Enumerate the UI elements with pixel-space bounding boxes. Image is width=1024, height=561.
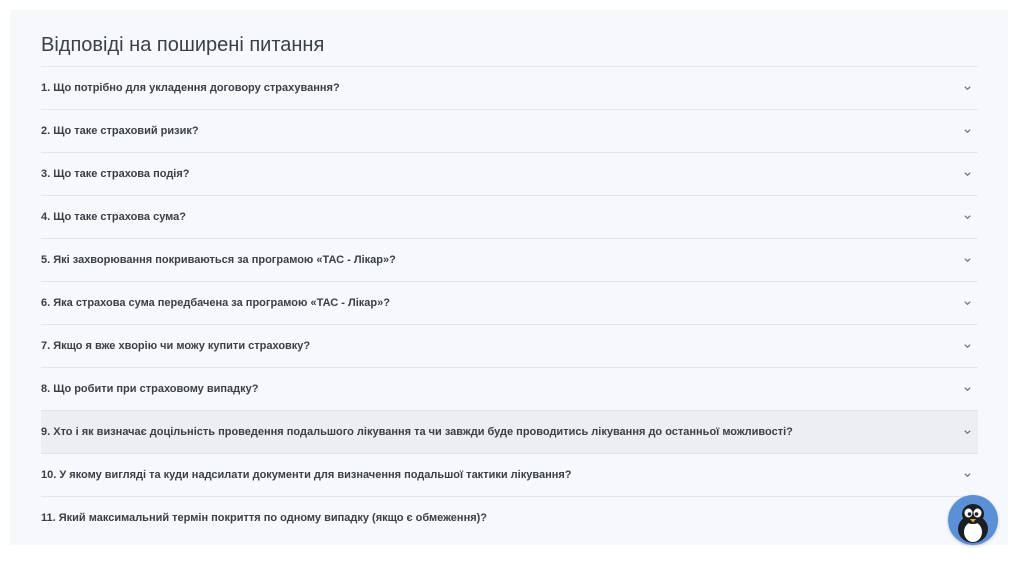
faq-item-7[interactable]: 7. Якщо я вже хворію чи можу купити стра… bbox=[41, 324, 978, 367]
chevron-down-icon bbox=[964, 258, 971, 263]
chevron-down-icon bbox=[964, 129, 971, 134]
faq-item-6[interactable]: 6. Яка страхова сума передбачена за прог… bbox=[41, 281, 978, 324]
chevron-down-icon bbox=[964, 473, 971, 478]
faq-panel: Відповіді на поширені питання 1. Що потр… bbox=[10, 10, 1008, 545]
faq-question: 9. Хто і як визначає доцільність проведе… bbox=[41, 426, 793, 438]
faq-question: 1. Що потрібно для укладення договору ст… bbox=[41, 82, 340, 94]
faq-question: 6. Яка страхова сума передбачена за прог… bbox=[41, 297, 390, 309]
chevron-down-icon bbox=[964, 215, 971, 220]
penguin-mascot-icon bbox=[958, 504, 988, 543]
chat-widget-button[interactable] bbox=[948, 495, 998, 545]
faq-item-11[interactable]: 11. Який максимальний термін покриття по… bbox=[41, 496, 978, 539]
chevron-down-icon bbox=[964, 172, 971, 177]
page-title: Відповіді на поширені питання bbox=[41, 34, 325, 56]
faq-list: 1. Що потрібно для укладення договору ст… bbox=[41, 66, 978, 539]
faq-question: 10. У якому вигляді та куди надсилати до… bbox=[41, 469, 572, 481]
chevron-down-icon bbox=[964, 86, 971, 91]
faq-question: 7. Якщо я вже хворію чи можу купити стра… bbox=[41, 340, 311, 352]
faq-item-3[interactable]: 3. Що таке страхова подія? bbox=[41, 152, 978, 195]
faq-question: 11. Який максимальний термін покриття по… bbox=[41, 512, 488, 524]
faq-question: 2. Що таке страховий ризик? bbox=[41, 125, 199, 137]
faq-item-8[interactable]: 8. Що робити при страховому випадку? bbox=[41, 367, 978, 410]
chevron-down-icon bbox=[964, 301, 971, 306]
faq-question: 4. Що таке страхова сума? bbox=[41, 211, 187, 223]
faq-item-4[interactable]: 4. Що таке страхова сума? bbox=[41, 195, 978, 238]
faq-question: 3. Що таке страхова подія? bbox=[41, 168, 190, 180]
faq-item-9[interactable]: 9. Хто і як визначає доцільність проведе… bbox=[41, 410, 978, 453]
faq-item-2[interactable]: 2. Що таке страховий ризик? bbox=[41, 109, 978, 152]
chevron-down-icon bbox=[964, 387, 971, 392]
faq-item-10[interactable]: 10. У якому вигляді та куди надсилати до… bbox=[41, 453, 978, 496]
chevron-down-icon bbox=[964, 430, 971, 435]
faq-question: 8. Що робити при страховому випадку? bbox=[41, 383, 259, 395]
chevron-down-icon bbox=[964, 344, 971, 349]
faq-item-1[interactable]: 1. Що потрібно для укладення договору ст… bbox=[41, 66, 978, 109]
faq-item-5[interactable]: 5. Які захворювання покриваються за прог… bbox=[41, 238, 978, 281]
faq-question: 5. Які захворювання покриваються за прог… bbox=[41, 254, 396, 266]
